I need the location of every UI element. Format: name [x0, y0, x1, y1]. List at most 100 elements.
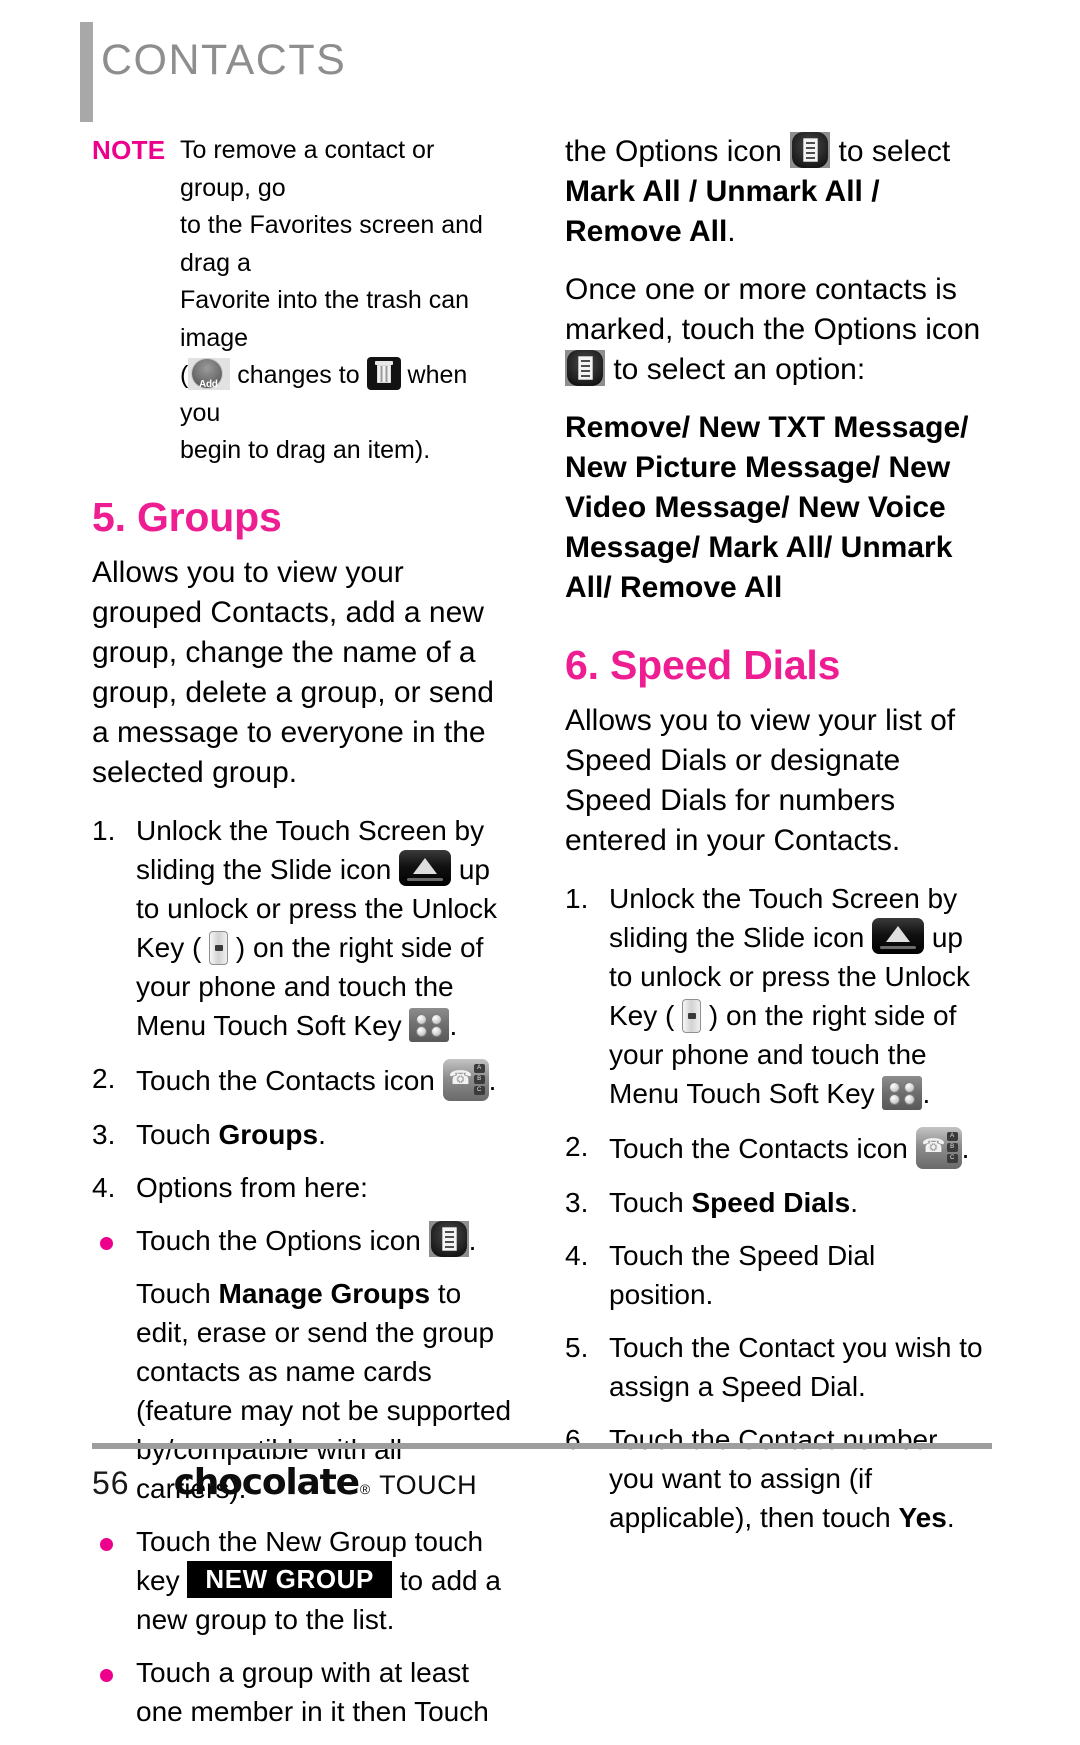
note-label: NOTE	[92, 135, 166, 165]
options-list-icon	[428, 1220, 469, 1257]
groups-bullet-group-member: Touch a group with at least one member i…	[92, 1653, 512, 1731]
contacts-icon: ☎ A B C	[442, 1058, 489, 1101]
options-list-icon	[790, 132, 831, 168]
brand-name: chocolate	[173, 1462, 360, 1503]
footer-divider	[92, 1443, 992, 1449]
unlock-key-icon	[209, 930, 229, 965]
header-accent-bar	[80, 22, 93, 122]
step-text-a: Touch	[609, 1187, 692, 1218]
cont2-text-a: Once one or more contacts is marked, tou…	[565, 273, 981, 346]
continuation-paragraph-1: the Options icon to select Mark All / Un…	[565, 132, 985, 252]
groups-step-2: 2. Touch the Contacts icon ☎ A B C.	[92, 1058, 512, 1101]
step-text-bold: Groups	[218, 1118, 319, 1150]
step-text-a: Options from here:	[136, 1171, 368, 1203]
step-text-b: .	[946, 1502, 955, 1533]
groups-step-3: 3. Touch Groups.	[92, 1115, 512, 1154]
step-text-bold: Speed Dials	[691, 1187, 851, 1218]
registered-trademark-icon: ®	[359, 1481, 371, 1497]
speed-dials-step-2: 2. Touch the Contacts icon ☎ A B C.	[565, 1127, 985, 1169]
note-line-5: begin to drag an item).	[180, 436, 431, 464]
speed-dials-steps-list: 1. Unlock the Touch Screen by sliding th…	[565, 879, 985, 1537]
page-number: 56	[92, 1465, 130, 1501]
cont-text-c: .	[727, 215, 736, 248]
step-number: 2.	[565, 1131, 589, 1162]
add-button-icon: Add	[188, 358, 231, 390]
step-text-a: Touch the Contact you wish to assign a S…	[609, 1332, 983, 1402]
groups-intro: Allows you to view your grouped Contacts…	[92, 555, 494, 789]
groups-options-bullets: Touch the Options icon .	[92, 1220, 512, 1260]
slide-unlock-icon	[399, 849, 452, 886]
page-footer: 56 chocolate ® TOUCH	[92, 1462, 477, 1503]
step-text-a: Touch the Contact number you want to ass…	[609, 1424, 938, 1533]
step-number: 3.	[565, 1187, 589, 1218]
groups-bullet-new-group: Touch the New Group touch key NEW GROUP …	[92, 1522, 512, 1639]
step-text-d: .	[449, 1009, 458, 1041]
options-list-icon	[565, 350, 605, 386]
note-body: To remove a contact or group, go to the …	[180, 132, 512, 470]
note-block: NOTE To remove a contact or group, go to…	[92, 132, 512, 470]
menu-touch-soft-key-icon	[882, 1076, 923, 1110]
step-number: 4.	[565, 1240, 589, 1271]
step-number: 5.	[565, 1332, 589, 1363]
note-line-3: Favorite into the trash can image	[180, 286, 470, 352]
bullet-text-b: .	[468, 1224, 477, 1256]
step-text-b: .	[318, 1118, 326, 1150]
step-text-d: .	[922, 1078, 931, 1109]
groups-step-4: 4. Options from here:	[92, 1168, 512, 1207]
unlock-key-icon	[682, 999, 702, 1033]
groups-step-1: 1. Unlock the Touch Screen by sliding th…	[92, 811, 512, 1045]
cont-text-a: the Options icon	[565, 135, 782, 168]
step-number: 1.	[565, 883, 589, 914]
step-number: 3.	[92, 1118, 116, 1150]
note-line-4-mid: changes to	[237, 361, 360, 389]
brand-logo: chocolate ® TOUCH	[174, 1462, 478, 1503]
step-text-b: .	[850, 1187, 859, 1218]
bullet-dot	[100, 1537, 113, 1551]
speed-dials-step-6: 6. Touch the Contact number you want to …	[565, 1420, 985, 1537]
section-heading-groups: 5. Groups	[92, 493, 282, 540]
speed-dials-step-5: 5. Touch the Contact you wish to assign …	[565, 1328, 985, 1406]
step-number: 2.	[92, 1062, 116, 1094]
speed-dials-step-3: 3. Touch Speed Dials.	[565, 1183, 985, 1222]
continuation-paragraph-2: Once one or more contacts is marked, tou…	[565, 270, 985, 390]
cont-text-bold: Mark All / Unmark All / Remove All	[565, 175, 880, 248]
section-heading-speed-dials: 6. Speed Dials	[565, 642, 841, 688]
step-number: 6.	[565, 1424, 589, 1455]
menu-touch-soft-key-icon	[409, 1007, 450, 1042]
new-group-key[interactable]: NEW GROUP	[187, 1560, 392, 1598]
slide-unlock-icon	[872, 918, 925, 954]
options-list-text: Remove/ New TXT Message/ New Picture Mes…	[565, 411, 969, 604]
page-title: CONTACTS	[101, 36, 347, 84]
speed-dials-intro: Allows you to view your list of Speed Di…	[565, 704, 956, 857]
step-text-b: .	[488, 1064, 497, 1096]
note-line-2: to the Favorites screen and drag a	[180, 211, 483, 277]
step-text-a: Touch	[136, 1118, 219, 1150]
manual-page: CONTACTS NOTE To remove a contact or gro…	[0, 0, 1080, 1727]
note-line-1: To remove a contact or group, go	[180, 136, 435, 202]
step-text-bold: Yes	[898, 1502, 947, 1533]
right-column: the Options icon to select Mark All / Un…	[565, 132, 985, 1551]
step-number: 4.	[92, 1171, 116, 1203]
manage-groups-bold: Manage Groups	[218, 1277, 431, 1309]
step-text-a: Touch the Speed Dial position.	[609, 1240, 876, 1310]
step-text-a: Touch the Contacts icon	[136, 1064, 435, 1096]
brand-subtitle: TOUCH	[379, 1470, 478, 1500]
speed-dials-step-1: 1. Unlock the Touch Screen by sliding th…	[565, 879, 985, 1113]
bullet-text-a: Touch the Options icon	[136, 1224, 421, 1256]
add-icon-label: Add	[199, 379, 218, 390]
groups-bullet-options-icon: Touch the Options icon .	[92, 1220, 512, 1260]
note-paren-open: (	[180, 361, 189, 389]
bullet-dot	[100, 1236, 113, 1250]
cont-text-b: to select	[838, 135, 951, 168]
bullet-text-a: Touch a group with at least one member i…	[136, 1656, 489, 1727]
contacts-icon: ☎ A B C	[915, 1127, 962, 1169]
trash-can-icon	[366, 357, 401, 390]
step-text-a: Touch the Contacts icon	[609, 1133, 908, 1164]
bullet-dot	[100, 1668, 113, 1682]
step-text-b: .	[961, 1133, 970, 1164]
cont2-text-b: to select an option:	[613, 353, 866, 386]
groups-more-bullets: Touch the New Group touch key NEW GROUP …	[92, 1522, 512, 1731]
step-number: 1.	[92, 814, 116, 846]
speed-dials-step-4: 4. Touch the Speed Dial position.	[565, 1236, 985, 1314]
manage-groups-pre: Touch	[136, 1277, 219, 1309]
